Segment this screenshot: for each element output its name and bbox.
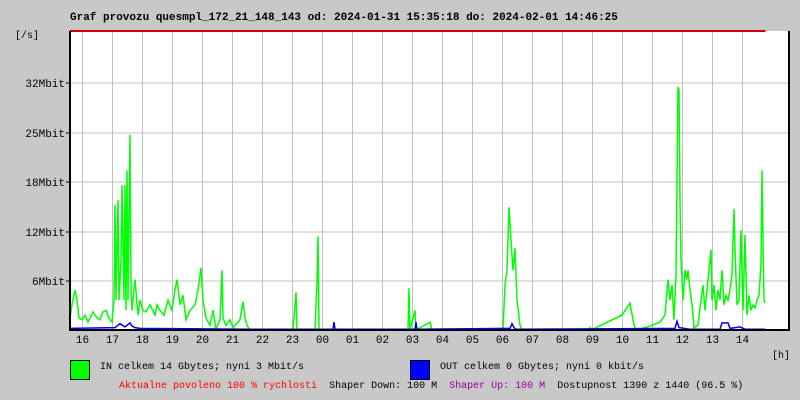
- y-tick-label: 18Mbit: [25, 178, 65, 190]
- shaper-up-value: 100 M: [515, 381, 546, 392]
- legend-in-text: IN celkem 14 Gbytes; nyní 3 Mbit/s: [100, 362, 305, 373]
- y-tick-label: 25Mbit: [25, 129, 65, 141]
- x-tick-label: 11: [646, 335, 660, 345]
- x-tick-label: 01: [346, 335, 360, 345]
- y-tick-label: 6Mbit: [32, 277, 65, 289]
- x-tick-label: 09: [586, 335, 599, 345]
- footer-line: Aktualne povoleno 100 % rychlosti Shaper…: [119, 381, 743, 393]
- x-tick-label: 05: [466, 335, 479, 345]
- x-tick-label: 21: [226, 335, 240, 345]
- x-tick-label: 06: [496, 335, 509, 345]
- x-tick-label: 03: [406, 335, 419, 345]
- legend-out-swatch: [410, 360, 430, 380]
- x-tick-label: 02: [376, 335, 389, 345]
- x-tick-label: 18: [136, 335, 149, 345]
- x-tick-label: 23: [286, 335, 299, 345]
- x-tick-label: 00: [316, 335, 329, 345]
- x-tick-label: 19: [166, 335, 179, 345]
- x-tick-label: 16: [76, 335, 89, 345]
- x-tick-label: 20: [196, 335, 209, 345]
- shaper-down-label: Shaper Down:: [329, 381, 402, 392]
- x-tick-label: 08: [556, 335, 569, 345]
- x-tick-label: 10: [616, 335, 629, 345]
- x-tick-label: 07: [526, 335, 539, 345]
- availability: Dostupnost 1390 z 1440 (96.5 %): [557, 381, 744, 392]
- y-tick-label: 32Mbit: [25, 79, 65, 91]
- traffic-chart: 16 17 18 19 20 21 22 23 00 01 02 03 04 05 06 07 08 09 10 11…: [25, 30, 790, 345]
- x-tick-label: 14: [736, 335, 750, 345]
- x-tick-label: 22: [256, 335, 269, 345]
- legend-out-text: OUT celkem 0 Gbytes; nyní 0 kbit/s: [440, 362, 645, 373]
- shaper-up-label: Shaper Up:: [449, 381, 510, 392]
- y-tick-label: 12Mbit: [25, 228, 65, 240]
- legend-in-swatch: [70, 360, 90, 380]
- allowed-speed: Aktualne povoleno 100 % rychlosti: [119, 381, 318, 392]
- x-tick-label: 04: [436, 335, 450, 345]
- x-tick-label: 12: [676, 335, 689, 345]
- x-tick-label: 17: [106, 335, 119, 345]
- shaper-down-value: 100 M: [407, 381, 438, 392]
- x-tick-label: 13: [706, 335, 719, 345]
- x-axis-unit: [h]: [772, 351, 791, 362]
